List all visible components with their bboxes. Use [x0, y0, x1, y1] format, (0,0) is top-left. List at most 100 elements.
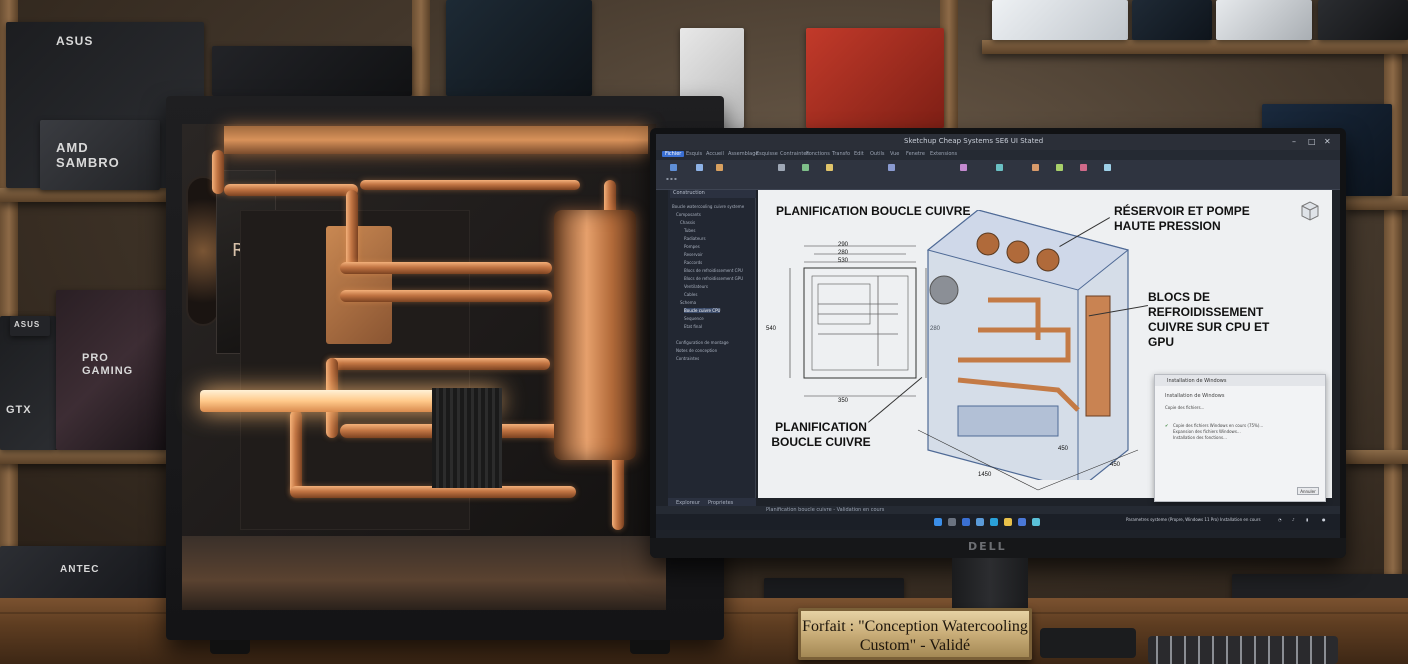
dialog-line-1: Copie des fichiers... — [1165, 405, 1205, 410]
cad-app-icon[interactable] — [1032, 518, 1040, 526]
close-icon[interactable]: ✕ — [1324, 137, 1331, 146]
dim-top-1: 290 — [838, 242, 849, 248]
validation-plaque: Forfait : "Conception Watercooling Custo… — [798, 608, 1032, 660]
edge-icon[interactable] — [990, 518, 998, 526]
tree-item[interactable]: Radiateurs — [684, 236, 706, 241]
product-box-amd: AMD SAMBRO — [40, 120, 160, 190]
model-tree-panel: Construction Boucle watercooling cuivre … — [668, 190, 756, 506]
start-icon[interactable] — [934, 518, 942, 526]
os-taskbar: Parametres systeme (Propre, Windows 11 P… — [656, 514, 1340, 530]
box-label-pro-gaming: PRO GAMING — [82, 352, 134, 377]
tree-item[interactable]: Blocs de refroidissement GPU — [684, 276, 743, 281]
save-icon[interactable] — [716, 164, 723, 171]
wifi-icon[interactable]: ◔ — [1278, 517, 1282, 522]
file-explorer-icon[interactable] — [1004, 518, 1012, 526]
cad-front-view — [789, 245, 927, 397]
search-icon[interactable] — [948, 518, 956, 526]
ribbon-tabs: Fichier Esquis Accueil Assemblage Esquis… — [656, 150, 1340, 160]
tree-item[interactable]: Cables — [684, 292, 697, 297]
shelf-post-right-b — [1384, 0, 1402, 600]
ribbon-group-label: ▪ ▪ ▪ — [666, 176, 677, 181]
tree-item-selected[interactable]: Boucle cuivre CPU — [684, 308, 721, 313]
product-box-black — [1318, 0, 1408, 40]
shelf-right-mid — [1346, 196, 1408, 210]
minimize-icon[interactable]: – — [1292, 137, 1296, 146]
product-box-lower: ANTEC — [0, 546, 168, 600]
mirror-icon[interactable] — [1032, 164, 1039, 171]
ribbon-tab-constraints[interactable]: Contraintes — [780, 151, 809, 157]
measure-icon[interactable] — [1080, 164, 1087, 171]
chamfer-icon[interactable] — [996, 164, 1003, 171]
maximize-icon[interactable]: □ — [1308, 137, 1316, 146]
ribbon-tab-features[interactable]: Fonctions — [806, 151, 830, 157]
view-cube-icon[interactable] — [1298, 198, 1322, 222]
battery-icon[interactable]: ▮ — [1306, 517, 1308, 522]
ribbon-tab-sketch[interactable]: Esquis — [686, 151, 702, 157]
tree-item[interactable]: Ventilateurs — [684, 284, 708, 289]
case-foot-right — [630, 640, 670, 654]
tree-item[interactable]: Blocs de refroidissement CPU — [684, 268, 743, 273]
line-icon[interactable] — [778, 164, 785, 171]
circle-icon[interactable] — [802, 164, 809, 171]
ribbon-tab-tools[interactable]: Outils — [870, 151, 884, 157]
volume-icon[interactable]: ♪ — [1292, 517, 1295, 522]
taskbar-tray-text: Parametres systeme (Propre, Windows 11 P… — [1126, 517, 1261, 522]
fillet-icon[interactable] — [960, 164, 967, 171]
open-icon[interactable] — [696, 164, 703, 171]
ribbon-toolbar: ▪ ▪ ▪ — [656, 160, 1340, 190]
copper-pipe-horizontal-2 — [340, 290, 552, 302]
tree-item[interactable]: Reservoir — [684, 252, 703, 257]
dim-iso-1: 1450 — [978, 472, 992, 478]
model-tree-header: Construction — [670, 190, 756, 198]
dialog-line-2: Copie des fichiers Windows en cours (75%… — [1173, 423, 1264, 428]
ribbon-tab-assembly[interactable]: Assemblage — [728, 151, 758, 157]
tree-item[interactable]: Schema — [680, 300, 696, 305]
product-box-blue — [1132, 0, 1212, 40]
tree-item[interactable]: Etat final — [684, 324, 702, 329]
task-view-icon[interactable] — [962, 518, 970, 526]
new-icon[interactable] — [670, 164, 677, 171]
app-title: Sketchup Cheap Systems SE6 UI Stated — [904, 137, 1044, 145]
box-label-gtx: GTX — [6, 404, 32, 416]
tree-item[interactable]: Boucle watercooling cuivre systeme — [672, 204, 744, 209]
ribbon-tab-edit[interactable]: Edit — [854, 151, 864, 157]
widgets-icon[interactable] — [976, 518, 984, 526]
dialog-line-4: Installation des fonctions... — [1173, 435, 1227, 440]
tree-item[interactable]: Pompes — [684, 244, 700, 249]
pattern-icon[interactable] — [1056, 164, 1063, 171]
tree-item[interactable]: Chassis — [680, 220, 695, 225]
ribbon-tab-extensions[interactable]: Extensions — [930, 151, 957, 157]
dim-bottom: 350 — [838, 398, 849, 404]
ribbon-tab-window[interactable]: Fenetre — [906, 151, 925, 157]
ribbon-tab-home[interactable]: Accueil — [706, 151, 724, 157]
dim-iso-3: 450 — [1110, 462, 1121, 468]
reservoir-pump — [554, 210, 636, 460]
ribbon-tab-transform[interactable]: Transfo — [832, 151, 850, 157]
ribbon-tab-sketch2[interactable]: Esquisse — [756, 151, 778, 157]
notification-icon[interactable]: ● — [1322, 517, 1326, 522]
tree-item[interactable]: Tubes — [684, 228, 695, 233]
label-planification: PLANIFICATION BOUCLE CUIVRE — [771, 420, 871, 449]
cpu-water-block — [326, 226, 392, 344]
dialog-title: Installation de Windows — [1155, 375, 1325, 386]
dialog-cancel-button[interactable]: Annuler — [1297, 487, 1319, 495]
tree-item[interactable]: Composants — [676, 212, 701, 217]
extrude-icon[interactable] — [888, 164, 895, 171]
ribbon-tab-file[interactable]: Fichier — [662, 151, 685, 157]
plaque-line-2: Custom" - Validé — [859, 637, 971, 654]
monitor-stand — [952, 558, 1028, 610]
copper-pipe-horizontal-3 — [326, 358, 550, 370]
tree-item[interactable]: Notes de conception — [676, 348, 717, 353]
arc-icon[interactable] — [826, 164, 833, 171]
ribbon-tab-view[interactable]: Vue — [890, 151, 899, 157]
product-box-intel — [992, 0, 1128, 40]
copper-pipe-upper — [360, 180, 580, 190]
install-dialog: Installation de Windows Installation de … — [1154, 374, 1326, 502]
tree-item[interactable]: Contraintes — [676, 356, 699, 361]
tree-item[interactable]: Raccords — [684, 260, 702, 265]
tree-item[interactable]: Sequence — [684, 316, 704, 321]
tree-item[interactable]: Configuration de montage — [676, 340, 729, 345]
copper-pipe-horizontal-1 — [340, 262, 552, 274]
render-icon[interactable] — [1104, 164, 1111, 171]
store-icon[interactable] — [1018, 518, 1026, 526]
